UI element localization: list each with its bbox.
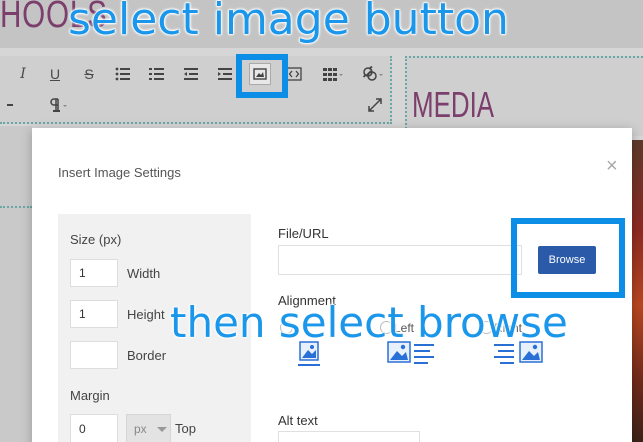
media-title: MEDIA xyxy=(412,84,495,125)
background-left-strip xyxy=(0,126,32,442)
margin-unit-select[interactable]: px xyxy=(126,414,171,442)
margin-unit-value: px xyxy=(134,422,147,436)
width-input[interactable]: 1 xyxy=(70,259,118,287)
background-photo xyxy=(632,140,643,442)
alt-text-label: Alt text xyxy=(278,413,318,428)
expand-icon[interactable] xyxy=(364,94,386,116)
background-divider xyxy=(0,206,32,208)
browse-button-highlight xyxy=(511,218,625,298)
chevron-down-icon xyxy=(157,427,167,432)
annotation-select-browse: then select browse xyxy=(170,298,569,348)
indent-icon[interactable] xyxy=(214,63,236,85)
width-label: Width xyxy=(127,266,161,281)
outdent-icon[interactable] xyxy=(180,63,202,85)
modal-title: Insert Image Settings xyxy=(58,165,181,180)
height-label: Height xyxy=(127,307,165,322)
alt-text-input[interactable] xyxy=(278,431,420,442)
link-icon[interactable] xyxy=(360,63,388,85)
file-url-input[interactable] xyxy=(278,245,522,275)
image-button-highlight xyxy=(236,54,288,98)
margin-top-input[interactable]: 0 xyxy=(70,414,118,442)
border-input[interactable] xyxy=(70,341,118,369)
size-section-title: Size (px) xyxy=(70,232,122,247)
table-icon[interactable] xyxy=(318,63,348,85)
bulleted-list-icon[interactable] xyxy=(112,63,134,85)
underline-button[interactable]: U xyxy=(44,63,66,85)
paragraph-icon[interactable] xyxy=(44,94,74,116)
minus-icon[interactable] xyxy=(0,94,22,116)
strikethrough-button[interactable]: S xyxy=(78,63,100,85)
numbered-list-icon[interactable] xyxy=(146,63,168,85)
italic-button[interactable]: I xyxy=(12,63,34,85)
border-label: Border xyxy=(127,348,167,363)
editor-toolbar: I U S xyxy=(0,56,392,124)
height-input[interactable]: 1 xyxy=(70,300,118,328)
margin-section-title: Margin xyxy=(70,388,110,403)
margin-top-label: Top xyxy=(175,421,196,436)
annotation-select-image: select image button xyxy=(68,0,510,46)
file-url-label: File/URL xyxy=(278,226,329,241)
close-icon[interactable]: × xyxy=(606,156,618,176)
